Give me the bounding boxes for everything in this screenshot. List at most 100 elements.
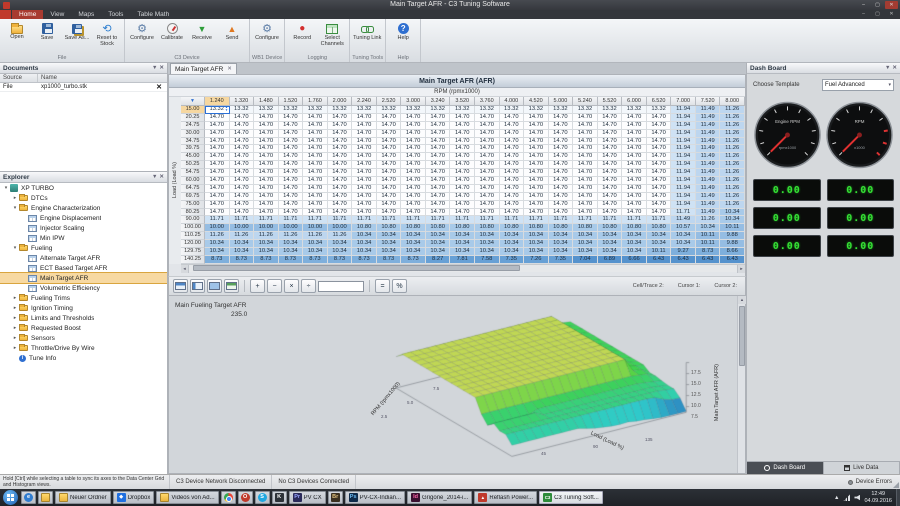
afr-cell[interactable]: 14.70 bbox=[573, 153, 598, 161]
afr-cell[interactable]: 11.26 bbox=[720, 122, 745, 130]
column-header[interactable]: 1.480 bbox=[254, 97, 279, 106]
afr-cell[interactable]: 14.70 bbox=[205, 145, 230, 153]
filter-corner-cell[interactable] bbox=[181, 97, 205, 106]
document-row[interactable]: File xp1000_turbo.stk ✕ bbox=[0, 83, 167, 92]
afr-cell[interactable]: 14.70 bbox=[205, 153, 230, 161]
afr-cell[interactable]: 10.34 bbox=[647, 240, 672, 248]
afr-cell[interactable]: 6.43 bbox=[671, 256, 696, 264]
afr-cell[interactable]: 14.70 bbox=[598, 209, 623, 217]
afr-cell[interactable]: 14.70 bbox=[303, 114, 328, 122]
afr-cell[interactable]: 14.70 bbox=[352, 153, 377, 161]
afr-cell[interactable]: 10.34 bbox=[352, 232, 377, 240]
interpolate-horizontal-button[interactable] bbox=[173, 279, 188, 293]
tree-item-dtcs[interactable]: ▸DTCs bbox=[0, 193, 167, 203]
tree-item-sensors[interactable]: ▸Sensors bbox=[0, 333, 167, 343]
afr-cell[interactable]: 14.70 bbox=[426, 138, 451, 146]
tab-dash-board[interactable]: Dash Board bbox=[747, 462, 824, 474]
afr-cell[interactable]: 10.34 bbox=[720, 209, 745, 217]
afr-cell[interactable]: 11.49 bbox=[696, 106, 721, 114]
afr-cell[interactable]: 14.70 bbox=[303, 185, 328, 193]
afr-cell[interactable]: 14.70 bbox=[279, 114, 304, 122]
row-header[interactable]: 24.75 bbox=[181, 122, 205, 130]
caret-icon[interactable]: ▸ bbox=[12, 325, 18, 331]
afr-cell[interactable]: 11.71 bbox=[500, 216, 525, 224]
afr-cell[interactable]: 14.70 bbox=[328, 122, 353, 130]
afr-cell[interactable]: 14.70 bbox=[254, 201, 279, 209]
afr-cell[interactable]: 11.26 bbox=[720, 161, 745, 169]
afr-cell[interactable]: 14.70 bbox=[524, 169, 549, 177]
afr-cell[interactable]: 11.94 bbox=[671, 145, 696, 153]
row-header[interactable]: 60.00 bbox=[181, 177, 205, 185]
scroll-left-icon[interactable] bbox=[181, 265, 189, 273]
afr-cell[interactable]: 14.70 bbox=[205, 201, 230, 209]
afr-cell[interactable]: 14.70 bbox=[647, 122, 672, 130]
afr-cell[interactable]: 14.70 bbox=[352, 201, 377, 209]
afr-cell[interactable]: 11.71 bbox=[450, 216, 475, 224]
afr-cell[interactable]: 14.70 bbox=[450, 201, 475, 209]
afr-cell[interactable]: 10.00 bbox=[303, 224, 328, 232]
row-header[interactable]: 80.25 bbox=[181, 209, 205, 217]
afr-cell[interactable]: 14.70 bbox=[500, 114, 525, 122]
afr-cell[interactable]: 14.70 bbox=[647, 169, 672, 177]
afr-cell[interactable]: 10.34 bbox=[671, 232, 696, 240]
show-desktop-button[interactable] bbox=[896, 489, 900, 506]
afr-cell[interactable]: 14.70 bbox=[475, 153, 500, 161]
reset-to-stock-button[interactable]: Reset to Stock bbox=[92, 20, 122, 54]
afr-cell[interactable]: 6.43 bbox=[696, 256, 721, 264]
afr-cell[interactable]: 14.70 bbox=[205, 161, 230, 169]
column-header[interactable]: 6.000 bbox=[622, 97, 647, 106]
afr-cell[interactable]: 10.80 bbox=[352, 224, 377, 232]
afr-cell[interactable]: 10.34 bbox=[377, 248, 402, 256]
afr-cell[interactable]: 14.70 bbox=[598, 145, 623, 153]
cell-spinner[interactable] bbox=[225, 106, 229, 113]
afr-cell[interactable]: 14.70 bbox=[279, 209, 304, 217]
afr-cell[interactable]: 14.70 bbox=[230, 177, 255, 185]
afr-cell[interactable]: 10.34 bbox=[279, 248, 304, 256]
select-channels-button[interactable]: Select Channels bbox=[317, 20, 347, 54]
afr-cell[interactable]: 10.34 bbox=[549, 248, 574, 256]
tree-item-fueling[interactable]: ▾Fueling bbox=[0, 243, 167, 253]
afr-cell[interactable]: 14.70 bbox=[475, 130, 500, 138]
afr-cell[interactable]: 14.70 bbox=[230, 138, 255, 146]
afr-cell[interactable]: 11.26 bbox=[720, 106, 745, 114]
afr-cell[interactable]: 11.26 bbox=[720, 201, 745, 209]
afr-cell[interactable]: 10.34 bbox=[230, 248, 255, 256]
afr-cell[interactable]: 14.70 bbox=[230, 114, 255, 122]
afr-cell[interactable]: 14.70 bbox=[205, 138, 230, 146]
afr-cell[interactable]: 14.70 bbox=[303, 145, 328, 153]
afr-cell[interactable]: 14.70 bbox=[426, 185, 451, 193]
row-header[interactable]: 20.25 bbox=[181, 114, 205, 122]
afr-cell[interactable]: 14.70 bbox=[377, 122, 402, 130]
afr-cell[interactable]: 14.70 bbox=[303, 193, 328, 201]
afr-cell[interactable]: 10.34 bbox=[401, 240, 426, 248]
afr-cell[interactable]: 10.00 bbox=[230, 224, 255, 232]
afr-cell[interactable]: 14.70 bbox=[549, 169, 574, 177]
afr-cell[interactable]: 14.70 bbox=[598, 130, 623, 138]
afr-cell[interactable]: 10.34 bbox=[475, 240, 500, 248]
afr-cell[interactable]: 14.70 bbox=[647, 177, 672, 185]
afr-cell[interactable]: 14.70 bbox=[352, 138, 377, 146]
afr-cell[interactable]: 10.34 bbox=[622, 232, 647, 240]
afr-cell[interactable]: 11.49 bbox=[696, 209, 721, 217]
afr-cell[interactable]: 10.34 bbox=[377, 240, 402, 248]
afr-cell[interactable]: 10.80 bbox=[647, 224, 672, 232]
afr-cell[interactable]: 14.70 bbox=[647, 138, 672, 146]
afr-cell[interactable]: 10.11 bbox=[647, 248, 672, 256]
afr-cell[interactable]: 10.80 bbox=[377, 224, 402, 232]
afr-cell[interactable]: 11.94 bbox=[671, 122, 696, 130]
afr-cell[interactable]: 8.73 bbox=[279, 256, 304, 264]
afr-cell[interactable]: 11.71 bbox=[524, 216, 549, 224]
column-header[interactable]: 3.760 bbox=[475, 97, 500, 106]
row-header[interactable]: 75.00 bbox=[181, 201, 205, 209]
afr-cell[interactable]: 14.70 bbox=[426, 177, 451, 185]
afr-cell[interactable]: 11.26 bbox=[279, 232, 304, 240]
afr-cell[interactable]: 14.70 bbox=[549, 185, 574, 193]
afr-cell[interactable]: 8.73 bbox=[205, 256, 230, 264]
afr-cell[interactable]: 14.70 bbox=[450, 169, 475, 177]
afr-cell[interactable]: 11.94 bbox=[671, 130, 696, 138]
taskbar-button-pv-cx-indian[interactable]: PsPV-CX-Indian... bbox=[345, 491, 405, 504]
column-header[interactable]: 3.240 bbox=[426, 97, 451, 106]
interpolate-table-button[interactable] bbox=[207, 279, 222, 293]
taskbar-button-reflash-power[interactable]: Reflash Power... bbox=[474, 491, 537, 504]
afr-cell[interactable]: 14.70 bbox=[647, 130, 672, 138]
